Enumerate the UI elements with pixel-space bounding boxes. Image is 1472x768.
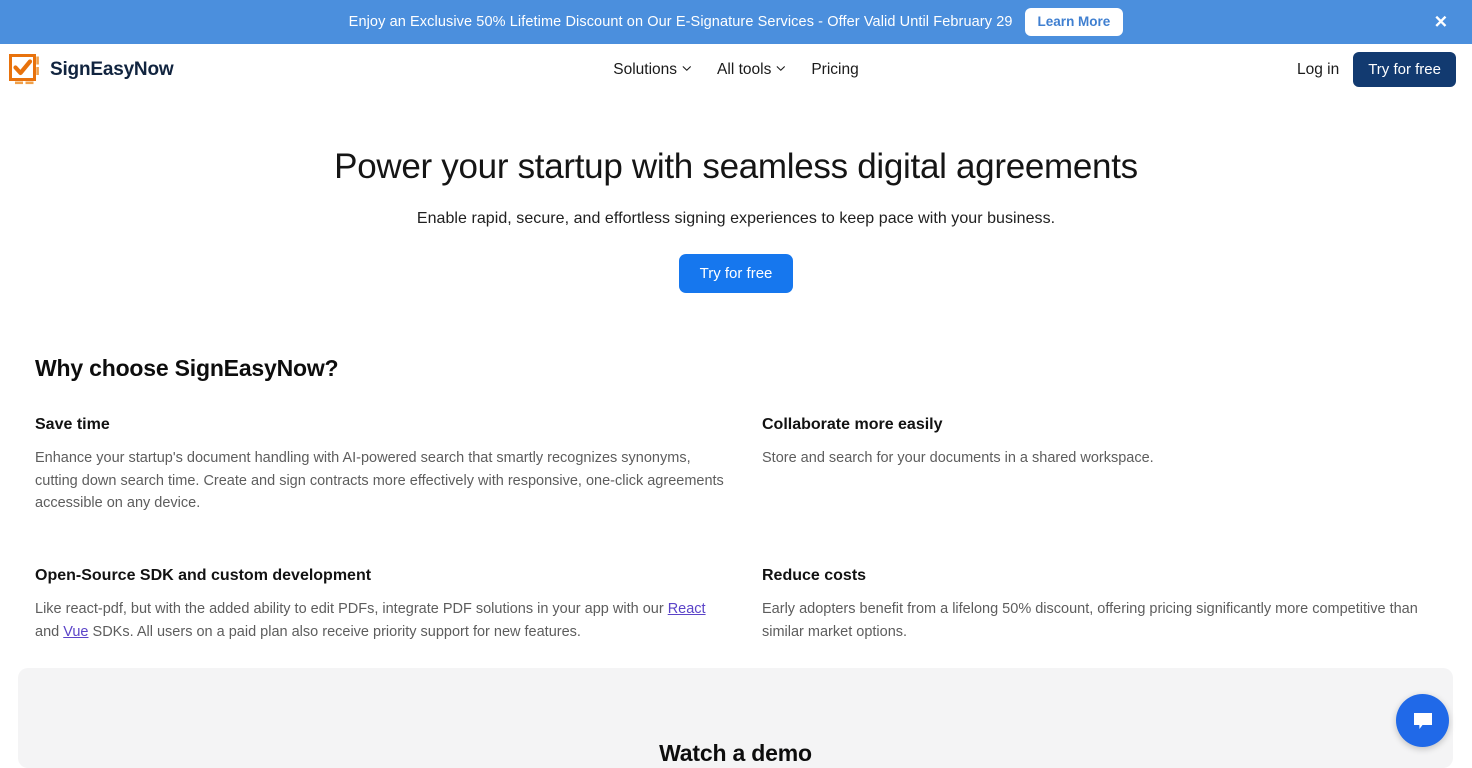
feature-body-part3: SDKs. All users on a paid plan also rece… [88,623,581,640]
promo-banner: Enjoy an Exclusive 50% Lifetime Discount… [0,0,1472,44]
feature-title: Reduce costs [762,567,867,585]
nav-item-pricing[interactable]: Pricing [811,61,858,79]
nav-item-label: Pricing [811,60,859,78]
login-link[interactable]: Log in [1297,61,1339,79]
brand-logo[interactable]: SignEasyNow [8,53,174,86]
feature-save-time: Save time Enhance your startup's documen… [35,416,762,514]
orange-checkbox-icon [8,53,41,86]
header-try-for-free-button[interactable]: Try for free [1353,52,1456,87]
hero-section: Power your startup with seamless digital… [0,95,1472,294]
nav-item-label: All tools [717,60,772,78]
learn-more-button[interactable]: Learn More [1024,8,1124,36]
hero-title: Power your startup with seamless digital… [334,147,1138,186]
chat-bubble-icon[interactable] [1396,694,1449,747]
feature-body: Store and search for your documents in a… [762,450,1154,467]
watch-demo-section: Watch a demo [18,668,1453,768]
hero-subtitle: Enable rapid, secure, and effortless sig… [416,210,1056,228]
promo-banner-text: Enjoy an Exclusive 50% Lifetime Discount… [348,14,1013,30]
brand-name: SignEasyNow [50,58,174,80]
react-sdk-link[interactable]: React [668,601,706,617]
why-choose-section: Why choose SignEasyNow? Save time Enhanc… [0,293,1472,643]
chevron-down-icon [776,64,785,73]
feature-body-part1: Like react-pdf, but with the added abili… [35,601,668,618]
nav-item-label: Solutions [613,60,678,78]
feature-body: Like react-pdf, but with the added abili… [35,598,725,643]
feature-title: Collaborate more easily [762,416,943,434]
main-nav: Solutions All tools Pricing [613,61,858,79]
feature-open-source-sdk: Open-Source SDK and custom development L… [35,567,762,643]
chevron-down-icon [682,64,691,73]
feature-collaborate: Collaborate more easily Store and search… [762,416,1437,514]
features-grid: Save time Enhance your startup's documen… [35,416,1437,643]
feature-body: Early adopters benefit from a lifelong 5… [762,601,1418,640]
feature-title: Save time [35,416,110,434]
nav-item-solutions[interactable]: Solutions [613,61,691,79]
hero-try-for-free-button[interactable]: Try for free [678,254,794,294]
feature-reduce-costs: Reduce costs Early adopters benefit from… [762,567,1437,643]
feature-title: Open-Source SDK and custom development [35,567,372,585]
site-header: SignEasyNow Solutions All tools Pricing … [0,44,1472,95]
close-icon[interactable]: ✕ [1434,14,1448,31]
feature-body: Enhance your startup's document handling… [35,450,724,512]
feature-body-part2: and [35,623,64,640]
page-root: Enjoy an Exclusive 50% Lifetime Discount… [0,0,1472,768]
header-actions: Log in Try for free [1297,52,1456,87]
vue-sdk-link[interactable]: Vue [63,624,88,640]
demo-title: Watch a demo [659,740,812,766]
section-title: Why choose SignEasyNow? [35,355,339,382]
nav-item-all-tools[interactable]: All tools [717,61,785,79]
